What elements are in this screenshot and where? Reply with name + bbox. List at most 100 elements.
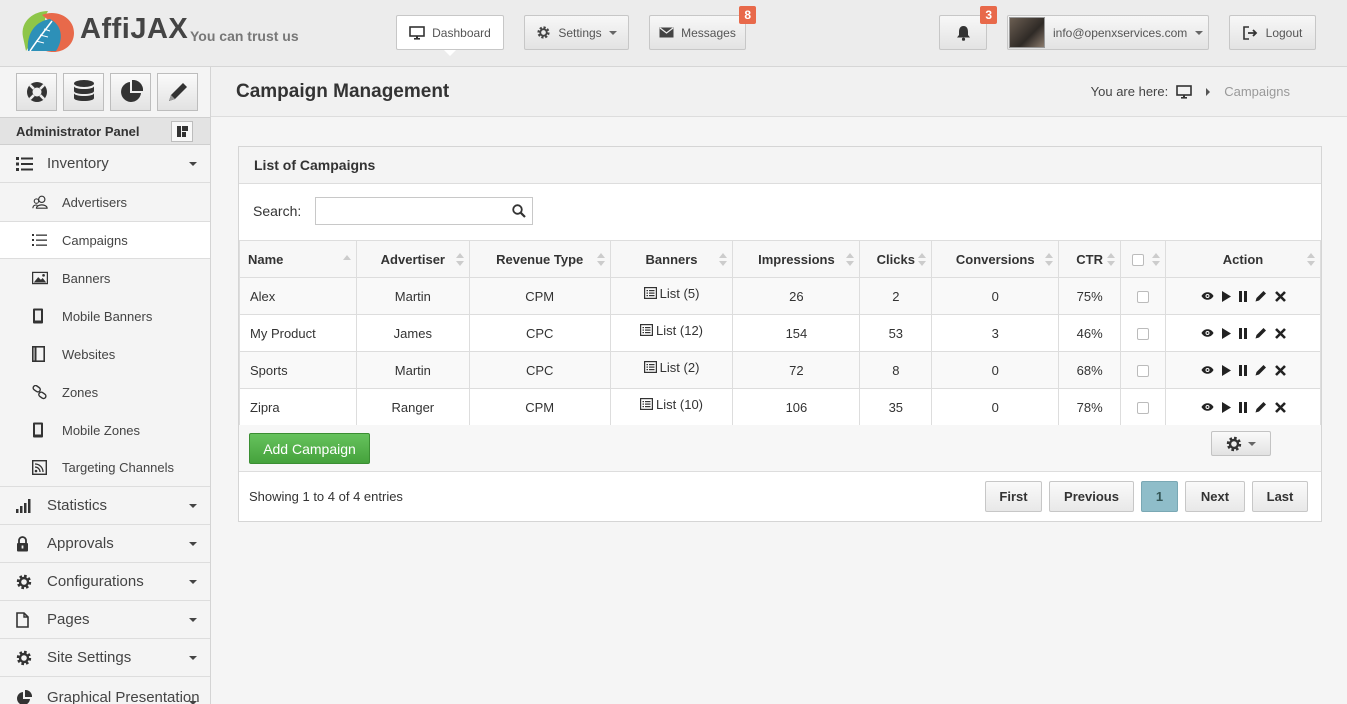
column-header-banners[interactable]: Banners (609, 240, 734, 278)
sidebar-item-approvals[interactable]: Approvals (0, 525, 210, 563)
play-icon[interactable] (1221, 364, 1231, 376)
cell-revenue-type: CPM (468, 388, 611, 426)
cell-banners[interactable]: List (12) (609, 314, 734, 352)
play-icon[interactable] (1221, 327, 1231, 339)
shortcut-support-button[interactable] (16, 73, 57, 111)
pause-icon[interactable] (1238, 327, 1247, 339)
sidebar-item-mobile-zones[interactable]: Mobile Zones (0, 411, 210, 449)
dashboard-button[interactable]: Dashboard (396, 15, 504, 50)
avatar (1009, 17, 1045, 48)
row-checkbox[interactable] (1137, 402, 1150, 415)
row-checkbox[interactable] (1137, 328, 1150, 341)
sidebar-item-inventory[interactable]: Inventory (0, 145, 210, 183)
cell-clicks: 53 (859, 314, 933, 352)
notifications-button[interactable]: 3 (939, 6, 997, 50)
cell-banners[interactable]: List (5) (609, 277, 734, 315)
cell-actions (1165, 351, 1321, 389)
play-icon[interactable] (1221, 290, 1231, 302)
eye-icon[interactable] (1201, 291, 1214, 301)
pencil-icon[interactable] (1255, 327, 1267, 339)
row-actions (1166, 364, 1320, 376)
bar-chart-icon (16, 498, 34, 513)
logout-button[interactable]: Logout (1229, 15, 1316, 50)
sidebar-item-targeting-channels[interactable]: Targeting Channels (0, 449, 210, 487)
page-1-button[interactable]: 1 (1141, 481, 1178, 512)
search-icon[interactable] (512, 204, 527, 218)
banners-list-link[interactable]: List (10) (640, 397, 703, 412)
list-alt-icon (640, 324, 654, 337)
messages-button[interactable]: Messages 8 (649, 6, 756, 50)
row-checkbox[interactable] (1137, 365, 1150, 378)
sidebar-item-label: Statistics (47, 497, 108, 514)
column-header-ctr[interactable]: CTR (1058, 240, 1122, 278)
previous-page-button[interactable]: Previous (1049, 481, 1134, 512)
eye-icon[interactable] (1201, 365, 1214, 375)
monitor-icon[interactable] (1176, 84, 1193, 99)
add-campaign-button[interactable]: Add Campaign (249, 433, 370, 464)
sidebar-item-graphical-presentation[interactable]: Graphical Presentation (0, 677, 210, 704)
pause-icon[interactable] (1238, 290, 1247, 302)
cell-banners[interactable]: List (2) (609, 351, 734, 389)
column-header-revenue-type[interactable]: Revenue Type (468, 240, 611, 278)
sidebar-item-banners[interactable]: Banners (0, 259, 210, 297)
column-header-select-all[interactable] (1120, 240, 1167, 278)
user-email: info@openxservices.com (1053, 25, 1188, 40)
cell-advertiser: Martin (355, 351, 470, 389)
close-icon[interactable] (1274, 327, 1286, 339)
chevron-down-icon (608, 30, 617, 35)
sidebar: Administrator Panel Inventory Advertiser… (0, 67, 211, 704)
banners-list-link[interactable]: List (5) (643, 286, 699, 301)
pencil-icon[interactable] (1255, 401, 1267, 413)
cell-banners[interactable]: List (10) (609, 388, 734, 426)
banners-list-link[interactable]: List (12) (640, 323, 703, 338)
play-icon[interactable] (1221, 401, 1231, 413)
pause-icon[interactable] (1238, 364, 1247, 376)
sidebar-item-site-settings[interactable]: Site Settings (0, 639, 210, 677)
cell-ctr: 78% (1058, 388, 1122, 426)
shortcut-database-button[interactable] (63, 73, 104, 111)
shortcut-chart-button[interactable] (110, 73, 151, 111)
sidebar-item-campaigns[interactable]: Campaigns (0, 221, 210, 259)
sidebar-item-mobile-banners[interactable]: Mobile Banners (0, 297, 210, 335)
pencil-icon[interactable] (1255, 364, 1267, 376)
column-header-conversions[interactable]: Conversions (931, 240, 1060, 278)
close-icon[interactable] (1274, 364, 1286, 376)
sidebar-item-configurations[interactable]: Configurations (0, 563, 210, 601)
table-header-row: Name Advertiser Revenue Type Banners Imp… (239, 240, 1321, 278)
column-header-impressions[interactable]: Impressions (732, 240, 861, 278)
eye-icon[interactable] (1201, 328, 1214, 338)
bulk-actions-button[interactable] (1211, 431, 1271, 456)
messages-label: Messages (681, 25, 736, 40)
sidebar-item-advertisers[interactable]: Advertisers (0, 183, 210, 221)
last-page-button[interactable]: Last (1252, 481, 1308, 512)
column-header-advertiser[interactable]: Advertiser (355, 240, 470, 278)
next-page-button[interactable]: Next (1185, 481, 1245, 512)
shortcut-edit-button[interactable] (157, 73, 198, 111)
database-icon (73, 80, 94, 101)
column-header-name[interactable]: Name (239, 240, 357, 278)
search-field[interactable] (315, 197, 534, 225)
table-row: Alex Martin CPM List (5) 26 2 0 75% (239, 277, 1321, 315)
sidebar-item-websites[interactable]: Websites (0, 335, 210, 373)
users-icon (32, 194, 48, 210)
column-header-clicks[interactable]: Clicks (859, 240, 933, 278)
banners-list-link[interactable]: List (2) (643, 360, 699, 375)
entries-info: Showing 1 to 4 of 4 entries (249, 489, 403, 504)
close-icon[interactable] (1274, 290, 1286, 302)
row-checkbox[interactable] (1137, 291, 1150, 304)
pencil-icon[interactable] (1255, 290, 1267, 302)
settings-menu-button[interactable]: Settings (524, 15, 629, 50)
sidebar-item-statistics[interactable]: Statistics (0, 487, 210, 525)
eye-icon[interactable] (1201, 402, 1214, 412)
panel-toggle-button[interactable] (171, 121, 193, 142)
sidebar-item-zones[interactable]: Zones (0, 373, 210, 411)
cell-select (1120, 277, 1167, 315)
sidebar-item-pages[interactable]: Pages (0, 601, 210, 639)
user-menu-button[interactable]: info@openxservices.com (1007, 15, 1209, 50)
pause-icon[interactable] (1238, 401, 1247, 413)
select-all-checkbox[interactable] (1132, 254, 1145, 267)
search-input[interactable] (316, 198, 507, 224)
close-icon[interactable] (1274, 401, 1286, 413)
first-page-button[interactable]: First (985, 481, 1042, 512)
column-header-action[interactable]: Action (1165, 240, 1321, 278)
